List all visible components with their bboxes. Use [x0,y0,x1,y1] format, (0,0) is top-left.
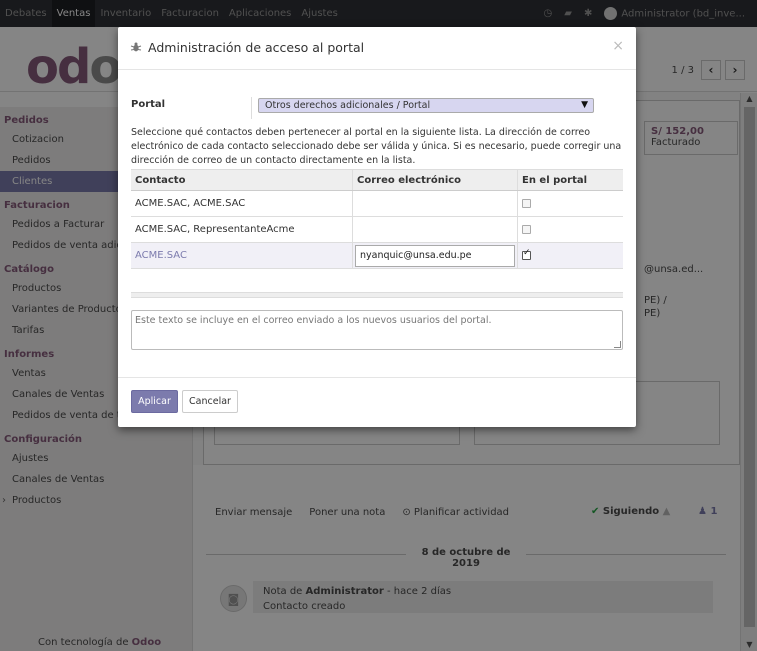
row-contact: ACME.SAC, RepresentanteAcme [135,224,295,235]
table-header: Contacto Correo electrónico En el portal [131,169,623,191]
portal-select[interactable]: Otros derechos adicionales / Portal ▼ [258,98,594,113]
row-in-portal-cell [517,191,623,216]
row-contact: ACME.SAC, ACME.SAC [135,198,246,209]
row-email-cell: nyanquic@unsa.edu.pe [352,243,517,268]
row-in-portal-cell [517,217,623,242]
caret-down-icon: ▼ [581,100,588,110]
column-header-contact[interactable]: Contacto [131,170,352,190]
in-portal-checkbox[interactable] [522,248,531,260]
bug-icon [130,42,142,52]
table-row[interactable]: ACME.SAC nyanquic@unsa.edu.pe [131,243,623,269]
row-email[interactable] [352,217,517,242]
portal-label: Portal [131,99,166,110]
apply-button[interactable]: Aplicar [131,390,178,413]
welcome-message-textarea[interactable]: Este texto se incluye en el correo envia… [131,310,623,350]
column-header-in-portal[interactable]: En el portal [517,170,623,190]
dialog-footer: Aplicar Cancelar [118,377,636,427]
table-row[interactable]: ACME.SAC, ACME.SAC [131,191,623,217]
in-portal-checkbox[interactable] [522,225,531,234]
close-icon[interactable]: × [612,38,624,54]
email-input[interactable]: nyanquic@unsa.edu.pe [355,244,515,267]
dialog-description: Seleccione qué contactos deben pertenece… [131,127,622,166]
row-contact: ACME.SAC [135,250,187,261]
field-divider [251,97,252,119]
table-row[interactable]: ACME.SAC, RepresentanteAcme [131,217,623,243]
row-in-portal-cell [517,243,623,268]
in-portal-checkbox[interactable] [522,199,531,208]
column-header-email[interactable]: Correo electrónico [352,170,517,190]
portal-field-row: Portal Otros derechos adicionales / Port… [131,97,623,119]
portal-select-value: Otros derechos adicionales / Portal [265,100,431,111]
row-email[interactable] [352,191,517,216]
table-footer [131,292,623,298]
contacts-table: Contacto Correo electrónico En el portal… [131,169,623,269]
dialog-title: Administración de acceso al portal [148,40,365,55]
portal-access-dialog: Administración de acceso al portal × Por… [118,27,636,427]
dialog-header: Administración de acceso al portal × [118,27,636,70]
cancel-button[interactable]: Cancelar [182,390,238,413]
